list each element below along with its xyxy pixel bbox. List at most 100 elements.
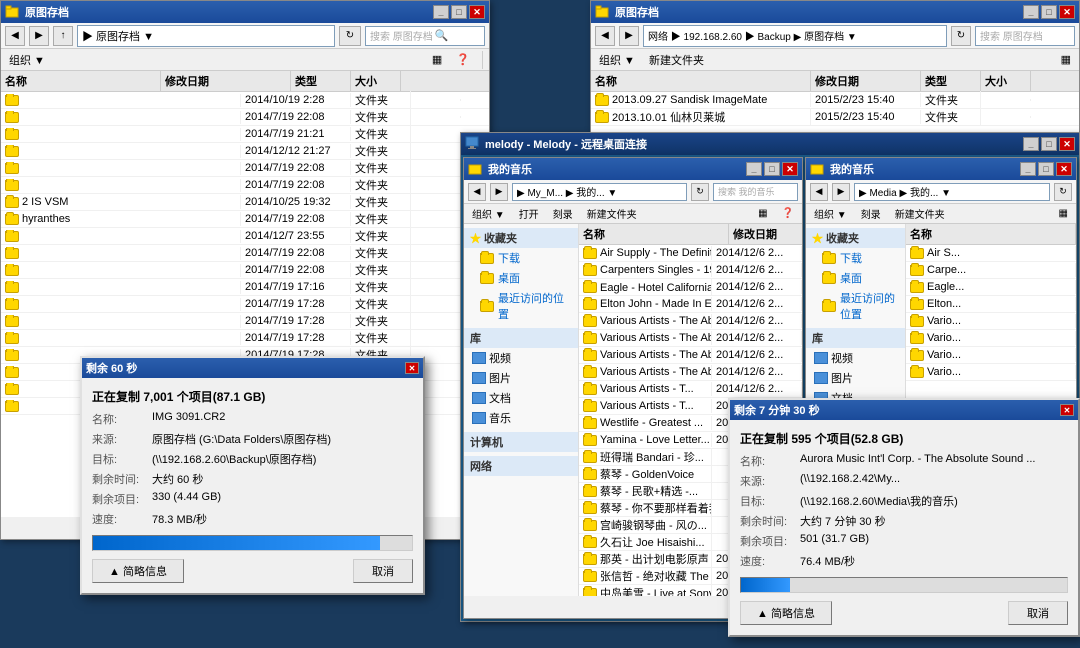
sidebar-images[interactable]: 图片 (464, 368, 578, 388)
mr-menu-new[interactable]: 新建文件夹 (891, 205, 949, 222)
file-row[interactable]: 2014/7/19 22:08 文件夹 (1, 160, 489, 177)
mr-col-name[interactable]: 名称 (906, 224, 1076, 244)
ml-menu-burn[interactable]: 刻录 (549, 205, 577, 222)
explorer-right-titlebar[interactable]: 原图存档 _ □ ✕ (591, 1, 1079, 23)
ml-close[interactable]: ✕ (782, 162, 798, 176)
file-row[interactable]: 2014/7/19 17:28 文件夹 (1, 313, 489, 330)
mr-menu-views[interactable]: ▦ (1055, 207, 1072, 220)
file-row[interactable]: 2014/12/7 23:55 文件夹 (1, 228, 489, 245)
file-row[interactable]: 2014/7/19 22:08 文件夹 (1, 109, 489, 126)
mr-maximize[interactable]: □ (1038, 162, 1054, 176)
breadcrumb-r[interactable]: 网络 ▶ 192.168.2.60 ▶ Backup ▶ 原图存档 ▼ (643, 25, 947, 47)
mr-menu-burn[interactable]: 刻录 (857, 205, 885, 222)
col-size-header[interactable]: 大小 (351, 71, 401, 91)
ml-menu-views[interactable]: ▦ (754, 207, 771, 220)
p2-detail-btn[interactable]: ▲ 简略信息 (740, 601, 832, 625)
file-row[interactable]: 2 IS VSM 2014/10/25 19:32 文件夹 (1, 194, 489, 211)
sidebar-video[interactable]: 视频 (464, 348, 578, 368)
mr-video[interactable]: 视频 (806, 348, 905, 368)
ml-maximize[interactable]: □ (764, 162, 780, 176)
ml-file-row[interactable]: Air Supply - The Definitive Collec... 20… (579, 245, 802, 262)
remote-maximize[interactable]: □ (1041, 137, 1057, 151)
ml-file-row[interactable]: Various Artists - The Absolute Sou... 20… (579, 330, 802, 347)
ml-col-name[interactable]: 名称 (579, 224, 729, 244)
col-type-r[interactable]: 类型 (921, 71, 981, 91)
col-date-r[interactable]: 修改日期 (811, 71, 921, 91)
mr-back[interactable]: ◀ (810, 183, 828, 201)
ml-file-row[interactable]: Various Artists - The Absolute Sou... 20… (579, 313, 802, 330)
ml-menu-help[interactable]: ❓ (778, 207, 798, 220)
remote-minimize[interactable]: _ (1023, 137, 1039, 151)
sidebar-recent[interactable]: 最近访问的位置 (464, 288, 578, 324)
file-row-r[interactable]: 2013.10.01 仙林贝莱城 2015/2/23 15:40 文件夹 (591, 109, 1079, 126)
music-left-titlebar[interactable]: 我的音乐 _ □ ✕ (464, 158, 802, 180)
menu-help[interactable]: ❓ (452, 52, 474, 67)
back-button[interactable]: ◀ (5, 26, 25, 46)
menu-new-folder-r[interactable]: 新建文件夹 (645, 51, 708, 69)
music-right-titlebar[interactable]: 我的音乐 _ □ ✕ (806, 158, 1076, 180)
mr-desktop[interactable]: 桌面 (806, 268, 905, 288)
ml-breadcrumb[interactable]: ▶ My_M... ▶ 我的... ▼ (512, 183, 687, 201)
refresh-btn-r[interactable]: ↻ (951, 26, 971, 46)
sidebar-music[interactable]: 音乐 (464, 408, 578, 428)
mr-refresh[interactable]: ↻ (1054, 183, 1072, 201)
file-row-r[interactable]: 2013.09.27 Sandisk ImageMate 2015/2/23 1… (591, 92, 1079, 109)
progress2-titlebar[interactable]: 剩余 7 分钟 30 秒 ✕ (730, 400, 1078, 420)
close-button-r[interactable]: ✕ (1059, 5, 1075, 19)
file-row[interactable]: 2014/7/19 17:28 文件夹 (1, 296, 489, 313)
ml-refresh[interactable]: ↻ (691, 183, 709, 201)
ml-menu-open[interactable]: 打开 (515, 205, 543, 222)
mr-file-row[interactable]: Air S... (906, 245, 1076, 262)
back-btn-r[interactable]: ◀ (595, 26, 615, 46)
maximize-button-r[interactable]: □ (1041, 5, 1057, 19)
sidebar-downloads[interactable]: 下载 (464, 248, 578, 268)
remote-titlebar[interactable]: melody - Melody - 远程桌面连接 _ □ ✕ (461, 133, 1079, 155)
file-row[interactable]: 2014/10/19 2:28 文件夹 (1, 92, 489, 109)
file-row[interactable]: 2014/7/19 22:08 文件夹 (1, 177, 489, 194)
ml-file-row[interactable]: Various Artists - The Absolute Sou... 20… (579, 347, 802, 364)
ml-search[interactable]: 搜索 我的音乐 (713, 183, 798, 201)
mr-recent[interactable]: 最近访问的位置 (806, 288, 905, 324)
ml-fwd[interactable]: ▶ (490, 183, 508, 201)
file-row[interactable]: 2014/7/19 17:16 文件夹 (1, 279, 489, 296)
mr-file-row[interactable]: Vario... (906, 364, 1076, 381)
ml-file-row[interactable]: Various Artists - T... 2014/12/6 2... (579, 381, 802, 398)
menu-organize-r[interactable]: 组织 ▼ (595, 51, 639, 69)
p2-cancel-btn[interactable]: 取消 (1008, 601, 1068, 625)
col-size-r[interactable]: 大小 (981, 71, 1031, 91)
mr-file-row[interactable]: Vario... (906, 347, 1076, 364)
mr-close[interactable]: ✕ (1056, 162, 1072, 176)
progress1-titlebar[interactable]: 剩余 60 秒 ✕ (82, 358, 423, 378)
close-button[interactable]: ✕ (469, 5, 485, 19)
mr-fwd[interactable]: ▶ (832, 183, 850, 201)
mr-file-row[interactable]: Vario... (906, 313, 1076, 330)
ml-file-row[interactable]: Elton John - Made In England 1995 ... 20… (579, 296, 802, 313)
ml-minimize[interactable]: _ (746, 162, 762, 176)
up-button[interactable]: ↑ (53, 26, 73, 46)
mr-minimize[interactable]: _ (1020, 162, 1036, 176)
search-box-r[interactable]: 搜索 原图存档 (975, 26, 1075, 46)
mr-file-row[interactable]: Vario... (906, 330, 1076, 347)
file-row[interactable]: hyranthes 2014/7/19 22:08 文件夹 (1, 211, 489, 228)
mr-images[interactable]: 图片 (806, 368, 905, 388)
menu-views-r[interactable]: ▦ (1057, 52, 1075, 67)
menu-organize[interactable]: 组织 ▼ (5, 51, 49, 69)
ml-menu-organize[interactable]: 组织 ▼ (468, 205, 509, 222)
maximize-button[interactable]: □ (451, 5, 467, 19)
file-row[interactable]: 2014/12/12 21:27 文件夹 (1, 143, 489, 160)
remote-close[interactable]: ✕ (1059, 137, 1075, 151)
ml-back[interactable]: ◀ (468, 183, 486, 201)
sidebar-docs[interactable]: 文档 (464, 388, 578, 408)
ml-file-row[interactable]: Eagle - Hotel California 专辑 SACD... 2014… (579, 279, 802, 296)
p1-cancel-btn[interactable]: 取消 (353, 559, 413, 583)
col-name-r[interactable]: 名称 (591, 71, 811, 91)
mr-file-row[interactable]: Eagle... (906, 279, 1076, 296)
file-row[interactable]: 2014/7/19 17:28 文件夹 (1, 330, 489, 347)
address-bar[interactable]: ▶ 原图存档 ▼ (77, 25, 335, 47)
mr-file-row[interactable]: Carpe... (906, 262, 1076, 279)
refresh-button[interactable]: ↻ (339, 26, 361, 46)
menu-views[interactable]: ▦ (428, 52, 446, 67)
p1-detail-btn[interactable]: ▲ 简略信息 (92, 559, 184, 583)
mr-file-row[interactable]: Elton... (906, 296, 1076, 313)
file-row[interactable]: 2014/7/19 21:21 文件夹 (1, 126, 489, 143)
